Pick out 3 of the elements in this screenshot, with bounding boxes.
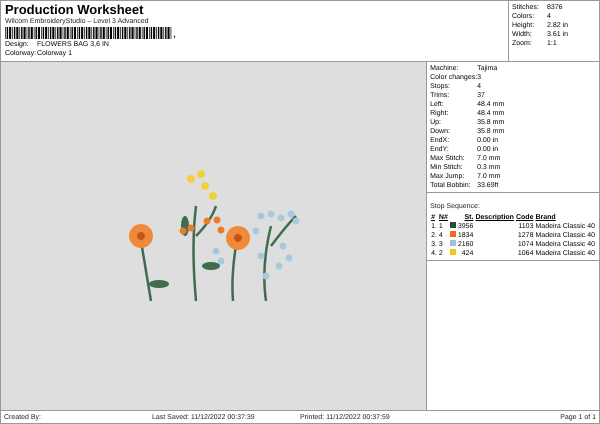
worksheet-title: Production Worksheet (5, 2, 144, 17)
barcode-mark: , (173, 30, 176, 39)
barcode-icon (5, 27, 172, 39)
